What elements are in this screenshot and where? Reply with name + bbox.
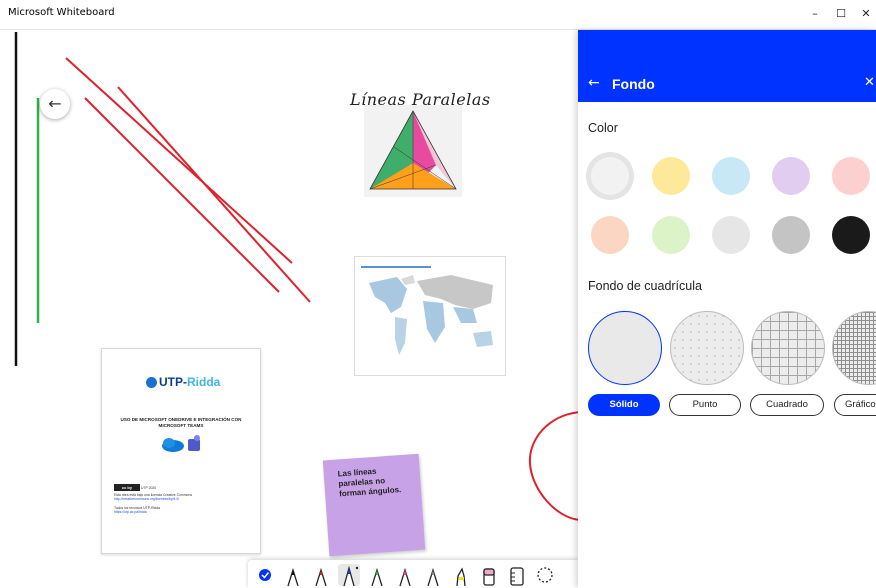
maximize-button[interactable]: ☐ <box>830 4 852 24</box>
pen-gray-icon[interactable] <box>422 564 444 586</box>
lasso-icon[interactable] <box>534 564 556 586</box>
title-bar: Microsoft Whiteboard – ☐ ✕ <box>0 0 876 30</box>
window-title: Microsoft Whiteboard <box>8 7 115 18</box>
color-swatch-purple[interactable] <box>772 157 810 195</box>
color-swatch-green[interactable] <box>652 216 690 254</box>
triangle-image[interactable] <box>364 105 462 197</box>
color-swatch-light-gray[interactable] <box>712 216 750 254</box>
pen-green-icon[interactable] <box>366 564 388 586</box>
grid-solid-button[interactable]: Sólido <box>588 394 660 416</box>
ruler-icon[interactable] <box>506 564 528 586</box>
panel-title: Fondo <box>612 76 655 92</box>
color-swatch-pink[interactable] <box>832 157 870 195</box>
world-map-image[interactable] <box>354 256 506 376</box>
background-panel: ← Fondo ✕ Color Fondo de cuadrícula Sóli… <box>578 30 876 588</box>
grid-dot-button[interactable]: Punto <box>669 394 741 416</box>
color-swatch-gray[interactable] <box>772 216 810 254</box>
color-swatch-white[interactable] <box>591 157 629 195</box>
ink-toolbar <box>248 560 578 588</box>
document-license: cc by UTP 2020 Esta obra está bajo una l… <box>114 484 193 515</box>
grid-option-square[interactable] <box>751 311 825 385</box>
grid-square-button[interactable]: Cuadrado <box>750 394 824 416</box>
world-map-graphic <box>355 257 505 375</box>
grid-section-label: Fondo de cuadrícula <box>588 279 702 293</box>
ink-red-line[interactable] <box>84 97 280 293</box>
onedrive-teams-icon <box>162 435 200 452</box>
grid-option-dot[interactable] <box>670 311 744 385</box>
color-section-label: Color <box>588 121 618 135</box>
grid-option-solid[interactable] <box>588 311 662 385</box>
minimize-button[interactable]: – <box>804 4 826 24</box>
grid-graph-button[interactable]: Gráfico <box>834 394 876 416</box>
eraser-icon[interactable] <box>478 564 500 586</box>
grid-option-graph[interactable] <box>832 311 876 385</box>
whiteboard-canvas[interactable]: ← Líneas Paralelas UTP-Ridda USO DE MICR… <box>0 30 578 588</box>
document-card[interactable]: UTP-Ridda USO DE MICROSOFT ONEDRIVE E IN… <box>101 348 261 554</box>
pen-blue-icon[interactable] <box>338 564 360 586</box>
pen-red-icon[interactable] <box>310 564 332 586</box>
panel-close-button[interactable]: ✕ <box>864 75 875 90</box>
color-swatch-yellow[interactable] <box>652 157 690 195</box>
close-window-button[interactable]: ✕ <box>855 4 876 24</box>
ink-red-line[interactable] <box>117 86 311 303</box>
panel-header: ← Fondo ✕ <box>578 30 876 102</box>
panel-back-button[interactable]: ← <box>588 75 600 91</box>
ink-red-line[interactable] <box>65 57 293 264</box>
document-heading: USO DE MICROSOFT ONEDRIVE E INTEGRACIÓN … <box>120 417 242 428</box>
color-swatch-black[interactable] <box>832 216 870 254</box>
color-swatch-peach[interactable] <box>591 216 629 254</box>
sticky-note[interactable]: Las líneas paralelas no forman ángulos. <box>322 453 426 557</box>
select-check-icon[interactable] <box>254 564 276 586</box>
pen-black-icon[interactable] <box>282 564 304 586</box>
back-button[interactable]: ← <box>40 89 70 119</box>
pen-pink-icon[interactable] <box>394 564 416 586</box>
utp-ridda-logo: UTP-Ridda <box>146 375 220 389</box>
ink-red-arc[interactable] <box>528 411 578 521</box>
highlighter-icon[interactable] <box>450 564 472 586</box>
color-swatch-blue[interactable] <box>712 157 750 195</box>
sticky-note-text: Las líneas paralelas no forman ángulos. <box>337 466 402 499</box>
